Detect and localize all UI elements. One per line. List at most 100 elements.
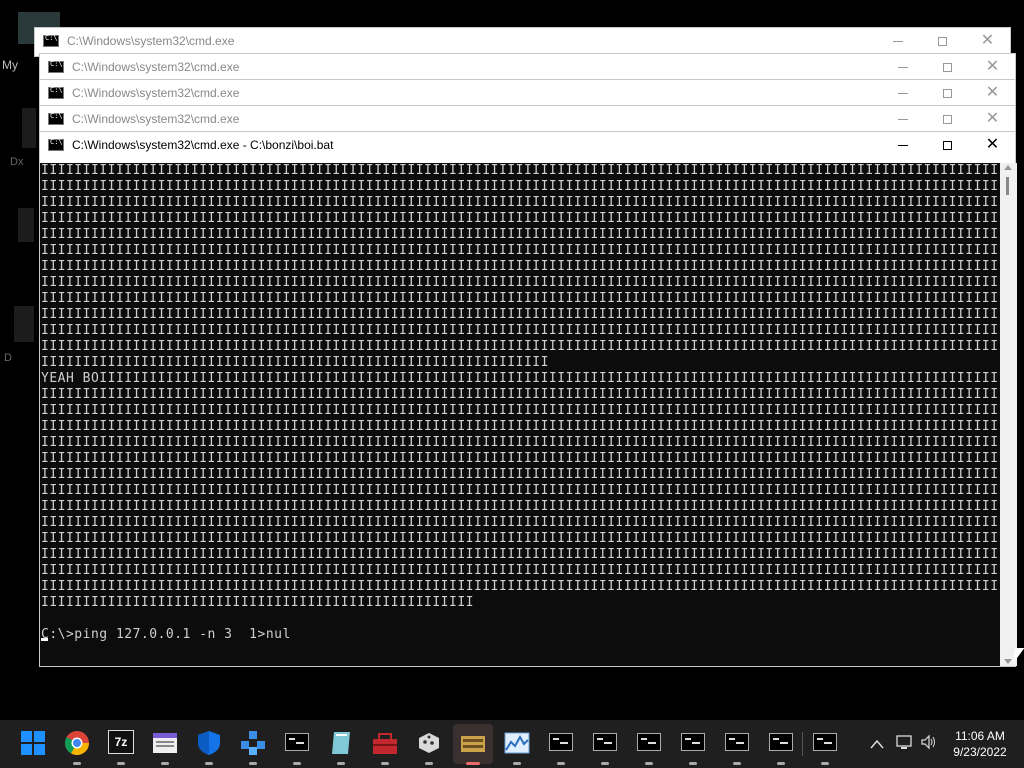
console-output[interactable]: IIIIIIIIIIIIIIIIIIIIIIIIIIIIIIIIIIIIIIII… <box>40 163 1000 666</box>
taskbar-cmd-8[interactable] <box>812 730 838 765</box>
chevron-up-icon <box>870 739 884 749</box>
network-icon <box>896 735 912 749</box>
console-line: IIIIIIIIIIIIIIIIIIIIIIIIIIIIIIIIIIIIIIII… <box>41 291 1000 306</box>
window-title: C:\Windows\system32\cmd.exe - C:\bonzi\b… <box>72 138 334 152</box>
cmd-window-4-titlebar[interactable]: C:\Windows\system32\cmd.exe ✕ <box>40 106 1015 132</box>
console-line: IIIIIIIIIIIIIIIIIIIIIIIIIIIIIIIIIIIIIIII… <box>41 579 1000 594</box>
console-line: IIIIIIIIIIIIIIIIIIIIIIIIIIIIIIIIIIIIIIII… <box>41 323 1000 338</box>
console-line: IIIIIIIIIIIIIIIIIIIIIIIIIIIIIIIIIIIIIIII… <box>41 531 1000 546</box>
taskbar-windows-security[interactable] <box>196 730 222 765</box>
volume-tray-button[interactable] <box>920 734 938 753</box>
console-line: IIIIIIIIIIIIIIIIIIIIIIIIIIIIIIIIIIIIIIII… <box>41 451 1000 466</box>
taskbar-network-app[interactable] <box>240 730 266 765</box>
taskbar: 7z 11:06 AM 9/23/2022 <box>0 720 1024 768</box>
close-button[interactable]: ✕ <box>970 132 1015 158</box>
running-indicator <box>513 762 521 765</box>
taskbar-dice[interactable] <box>416 730 442 765</box>
taskbar-cmd-3[interactable] <box>592 730 618 765</box>
cmd-icon <box>48 86 64 99</box>
minimize-button[interactable] <box>880 80 925 106</box>
maximize-icon <box>943 62 952 72</box>
close-icon: ✕ <box>985 58 1000 75</box>
taskbar-bonzi-app[interactable] <box>453 724 493 765</box>
running-indicator <box>425 762 433 765</box>
maximize-button[interactable] <box>925 132 970 158</box>
desktop-icon-dx[interactable] <box>22 108 36 148</box>
desktop-icon-2[interactable] <box>18 208 34 242</box>
cmd-window-active-titlebar[interactable]: C:\Windows\system32\cmd.exe - C:\bonzi\b… <box>40 132 1015 158</box>
network-tray-button[interactable] <box>896 734 914 753</box>
minimize-button[interactable] <box>880 132 925 158</box>
console-line: IIIIIIIIIIIIIIIIIIIIIIIIIIIIIIIIIIIIIIII… <box>41 419 1000 434</box>
taskbar-7zip[interactable]: 7z <box>108 730 134 765</box>
close-button[interactable]: ✕ <box>965 28 1010 54</box>
maximize-icon <box>943 140 952 150</box>
cmd-window-2-titlebar[interactable]: C:\Windows\system32\cmd.exe ✕ <box>40 54 1015 80</box>
cmd-icon <box>681 733 705 751</box>
cmd-icon <box>285 733 309 751</box>
show-hidden-icons-button[interactable] <box>870 736 884 752</box>
scroll-down-icon[interactable] <box>1004 659 1012 664</box>
cmd-icon <box>43 34 59 47</box>
maximize-button[interactable] <box>925 80 970 106</box>
taskbar-resource-monitor[interactable] <box>504 730 530 765</box>
vertical-scrollbar[interactable] <box>1000 163 1017 666</box>
cmd-icon <box>637 733 661 751</box>
console-line: IIIIIIIIIIIIIIIIIIIIIIIIIIIIIIIIIIIIIIII… <box>41 515 1000 530</box>
clock-button[interactable]: 11:06 AM 9/23/2022 <box>940 728 1020 760</box>
running-indicator <box>777 762 785 765</box>
minimize-button[interactable] <box>880 106 925 132</box>
taskbar-cmd-5[interactable] <box>680 730 706 765</box>
console-line: IIIIIIIIIIIIIIIIIIIIIIIIIIIIIIIIIIIIIIII… <box>41 179 1000 194</box>
taskbar-file-explorer[interactable] <box>152 730 178 765</box>
maximize-button[interactable] <box>920 28 965 54</box>
close-button[interactable]: ✕ <box>970 106 1015 132</box>
cmd-icon <box>769 733 793 751</box>
taskbar-notepad[interactable] <box>328 730 354 765</box>
console-line: IIIIIIIIIIIIIIIIIIIIIIIIIIIIIIIIIIIIIIII… <box>41 211 1000 226</box>
dice-icon <box>419 733 439 753</box>
desktop-icon-3[interactable] <box>14 306 34 342</box>
maximize-icon <box>943 88 952 98</box>
close-icon: ✕ <box>985 84 1000 101</box>
console-line: IIIIIIIIIIIIIIIIIIIIIIIIIIIIIIIIIIIIIIII… <box>41 195 1000 210</box>
close-button[interactable]: ✕ <box>970 54 1015 80</box>
minimize-button[interactable] <box>875 28 920 54</box>
cmd-icon <box>48 138 64 151</box>
taskbar-toolbox[interactable] <box>372 730 398 765</box>
bonzi-app-icon <box>461 736 485 752</box>
taskbar-cmd-2[interactable] <box>548 730 574 765</box>
taskbar-cmd[interactable] <box>284 730 310 765</box>
console-line: IIIIIIIIIIIIIIIIIIIIIIIIIIIIIIIIIIIIIIII… <box>41 467 1000 482</box>
cmd-icon <box>725 733 749 751</box>
close-button[interactable]: ✕ <box>970 80 1015 106</box>
running-indicator <box>249 762 257 765</box>
taskbar-cmd-7[interactable] <box>768 730 794 765</box>
console-line: IIIIIIIIIIIIIIIIIIIIIIIIIIIIIIIIIIIIIIII… <box>41 275 1000 290</box>
minimize-button[interactable] <box>880 54 925 80</box>
taskbar-chrome[interactable] <box>64 730 90 765</box>
console-line: IIIIIIIIIIIIIIIIIIIIIIIIIIIIIIIIIIIIIIII… <box>41 563 1000 578</box>
console-line: IIIIIIIIIIIIIIIIIIIIIIIIIIIIIIIIIIIIIIII… <box>41 595 474 610</box>
cmd-window-3-titlebar[interactable]: C:\Windows\system32\cmd.exe ✕ <box>40 80 1015 106</box>
taskbar-cmd-6[interactable] <box>724 730 750 765</box>
cmd-window-active[interactable]: C:\Windows\system32\cmd.exe - C:\bonzi\b… <box>39 131 1017 667</box>
scroll-up-icon[interactable] <box>1004 165 1012 170</box>
running-indicator <box>821 762 829 765</box>
maximize-button[interactable] <box>925 54 970 80</box>
console-line: IIIIIIIIIIIIIIIIIIIIIIIIIIIIIIIIIIIIIIII… <box>41 339 1000 354</box>
windows-security-icon <box>198 731 220 755</box>
running-indicator <box>557 762 565 765</box>
start-button[interactable] <box>20 730 46 756</box>
taskbar-cmd-4[interactable] <box>636 730 662 765</box>
maximize-button[interactable] <box>925 106 970 132</box>
cmd-window-1-titlebar[interactable]: C:\Windows\system32\cmd.exe ✕ <box>35 28 1010 54</box>
maximize-icon <box>938 36 947 46</box>
running-indicator <box>73 762 81 765</box>
taskbar-separator <box>802 732 803 756</box>
running-indicator <box>381 762 389 765</box>
file-explorer-icon <box>153 733 177 753</box>
scroll-thumb[interactable] <box>1006 177 1009 195</box>
minimize-icon <box>892 40 903 42</box>
console-line: IIIIIIIIIIIIIIIIIIIIIIIIIIIIIIIIIIIIIIII… <box>41 259 1000 274</box>
